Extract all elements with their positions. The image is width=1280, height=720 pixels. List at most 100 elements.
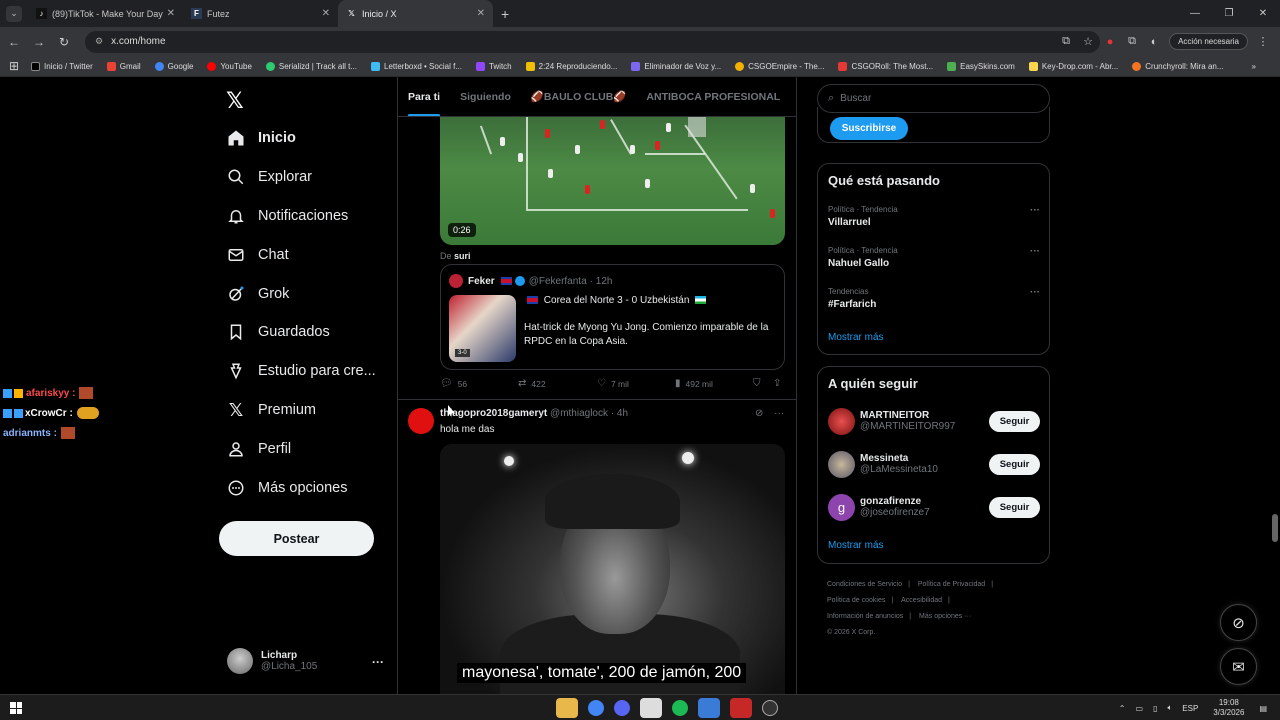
footer-link[interactable]: Condiciones de Servicio	[827, 581, 902, 588]
bookmark-item[interactable]: CSGOEmpire - The...	[735, 61, 824, 71]
bookmark-item[interactable]: Key-Drop.com - Abr...	[1028, 61, 1118, 71]
obs-icon[interactable]	[762, 700, 778, 716]
repost-button[interactable]: ⇄ 422	[518, 378, 546, 389]
profile-icon[interactable]: ◐	[1143, 36, 1165, 48]
follow-suggestion[interactable]: MARTINEITOR @MARTINEITOR997 Seguir	[828, 406, 1040, 436]
volume-icon[interactable]: 🔈︎	[1167, 703, 1172, 713]
tab-futez[interactable]: F Futez ✕	[183, 0, 338, 27]
close-tab-icon[interactable]: ✕	[167, 8, 175, 19]
new-tab-button[interactable]: +	[501, 6, 509, 22]
account-switcher[interactable]: Licharp @Licha_105	[227, 648, 317, 674]
nav-premium[interactable]: 𝕏 Premium	[226, 398, 316, 422]
tab-antiboca[interactable]: ANTIBOCA PROFESIONAL	[636, 77, 790, 116]
extension-red-icon[interactable]: ●	[1099, 36, 1121, 48]
nav-estudio[interactable]: Estudio para cre...	[226, 359, 376, 383]
bookmark-item[interactable]: Eliminador de Voz y...	[631, 61, 721, 71]
nav-inicio[interactable]: Inicio	[226, 126, 296, 150]
tab-para-ti[interactable]: Para ti	[398, 77, 450, 116]
nav-explorar[interactable]: Explorar	[226, 165, 312, 189]
more-icon[interactable]: ···	[1030, 246, 1040, 257]
reply-button[interactable]: 💬︎ 56	[440, 378, 467, 389]
footer-link[interactable]: Política de cookies	[827, 597, 885, 604]
quoted-tweet-image[interactable]: 3-0	[449, 295, 516, 362]
follow-button[interactable]: Seguir	[989, 497, 1040, 518]
network-icon[interactable]: ▭	[1136, 704, 1144, 713]
show-more-trends-link[interactable]: Mostrar más	[828, 332, 884, 343]
tab-tiktok[interactable]: ♪ (89)TikTok - Make Your Day ✕	[28, 0, 183, 27]
notifications-icon[interactable]: ▤	[1259, 704, 1267, 713]
bookmark-item[interactable]: 2:24 Reproduciendo...	[525, 61, 617, 71]
nav-mas-opciones[interactable]: Más opciones	[226, 476, 347, 500]
grok-icon[interactable]: ⊘	[755, 408, 763, 419]
site-info-icon[interactable]: ⚙	[95, 36, 103, 47]
back-icon[interactable]: ←	[3, 35, 25, 49]
language-indicator[interactable]: ESP	[1182, 704, 1198, 713]
close-tab-icon[interactable]: ✕	[477, 8, 485, 19]
bookmark-item[interactable]: Gmail	[106, 61, 141, 71]
chrome-icon[interactable]	[588, 700, 604, 716]
share-button[interactable]: ⇪	[773, 378, 786, 389]
more-icon[interactable]: ···	[1030, 205, 1040, 216]
quoted-tweet[interactable]: Feker @Fekerfanta · 12h 3-0 Corea del No…	[440, 264, 785, 370]
follow-button[interactable]: Seguir	[989, 454, 1040, 475]
reload-icon[interactable]: ↻	[53, 35, 75, 49]
tab-x-home[interactable]: 𝕏 Inicio / X ✕	[338, 0, 493, 27]
views-button[interactable]: ▮ 492 mil	[675, 378, 713, 389]
nav-notificaciones[interactable]: Notificaciones	[226, 204, 348, 228]
discord-icon[interactable]	[614, 700, 630, 716]
tab-siguiendo[interactable]: Siguiendo	[450, 77, 521, 116]
trend-item[interactable]: Tendencias #Farfarich ···	[828, 287, 1040, 310]
messages-fab-icon[interactable]: ✉	[1220, 648, 1257, 685]
bookmark-item[interactable]: YouTube	[207, 61, 252, 71]
extensions-icon[interactable]: ⧉	[1121, 35, 1143, 48]
post-button[interactable]: Postear	[219, 521, 374, 556]
nav-grok[interactable]: Grok	[226, 282, 289, 306]
clock[interactable]: 19:08 3/3/2026	[1213, 698, 1244, 718]
bookmark-item[interactable]: Serializd | Track all t...	[265, 61, 357, 71]
star-icon[interactable]: ☆	[1077, 35, 1099, 48]
account-more-icon[interactable]: ···	[372, 655, 384, 669]
footer-link[interactable]: Política de Privacidad	[918, 581, 985, 588]
address-bar[interactable]: ⚙ x.com/home	[85, 30, 1100, 53]
mic-icon[interactable]: ▯	[1153, 704, 1157, 713]
bookmark-item[interactable]: EasySkins.com	[947, 61, 1015, 71]
bookmark-item[interactable]: CSGORoll: The Most...	[838, 61, 933, 71]
app-icon[interactable]	[698, 698, 720, 718]
more-icon[interactable]: ···	[774, 408, 784, 419]
bookmarks-overflow-icon[interactable]: »	[1252, 62, 1256, 71]
forward-icon[interactable]: →	[28, 35, 50, 49]
x-logo-icon[interactable]: 𝕏	[226, 88, 244, 114]
install-app-icon[interactable]: ⧉	[1055, 35, 1077, 48]
scrollbar-thumb[interactable]	[1272, 514, 1278, 542]
show-more-follow-link[interactable]: Mostrar más	[828, 540, 884, 551]
bookmark-item[interactable]: Twitch	[475, 61, 512, 71]
footer-link[interactable]: Accesibilidad	[901, 597, 942, 604]
search-input[interactable]: ⌕ Buscar	[817, 84, 1050, 113]
avatar[interactable]	[449, 274, 463, 288]
action-required-button[interactable]: Acción necesaria	[1169, 33, 1248, 50]
bookmark-item[interactable]: Inicio / Twitter	[31, 61, 93, 71]
more-icon[interactable]: ···	[1030, 287, 1040, 298]
bookmark-button[interactable]: ⛉	[753, 378, 766, 389]
follow-suggestion[interactable]: Messineta @LaMessineta10 Seguir	[828, 449, 1040, 479]
footer-link[interactable]: Información de anuncios	[827, 613, 903, 620]
follow-button[interactable]: Seguir	[989, 411, 1040, 432]
file-explorer-icon[interactable]	[556, 698, 578, 718]
tab-more[interactable]: Ba	[790, 77, 796, 116]
close-tab-icon[interactable]: ✕	[322, 8, 330, 19]
trend-item[interactable]: Política · Tendencia Nahuel Gallo ···	[828, 246, 1040, 269]
bookmark-item[interactable]: Crunchyroll: Mira an...	[1132, 61, 1224, 71]
grok-fab-icon[interactable]: ⊘	[1220, 604, 1257, 641]
follow-suggestion[interactable]: g gonzafirenze @joseofirenze7 Seguir	[828, 492, 1040, 522]
close-window-icon[interactable]: ✕	[1246, 8, 1280, 19]
spotify-icon[interactable]	[672, 700, 688, 716]
minimize-icon[interactable]: —	[1178, 8, 1212, 19]
restore-icon[interactable]: ❐	[1212, 8, 1246, 19]
nav-chat[interactable]: Chat	[226, 243, 289, 267]
page-scrollbar[interactable]	[1270, 77, 1280, 694]
trend-item[interactable]: Política · Tendencia Villarruel ···	[828, 205, 1040, 228]
like-button[interactable]: ♡ 7 mil	[597, 378, 629, 389]
tweet-video[interactable]	[440, 444, 785, 694]
tweet-video[interactable]: 0:26	[440, 117, 785, 245]
tab-baulo-club[interactable]: 🏈BAULO CLUB🏈	[521, 77, 637, 116]
